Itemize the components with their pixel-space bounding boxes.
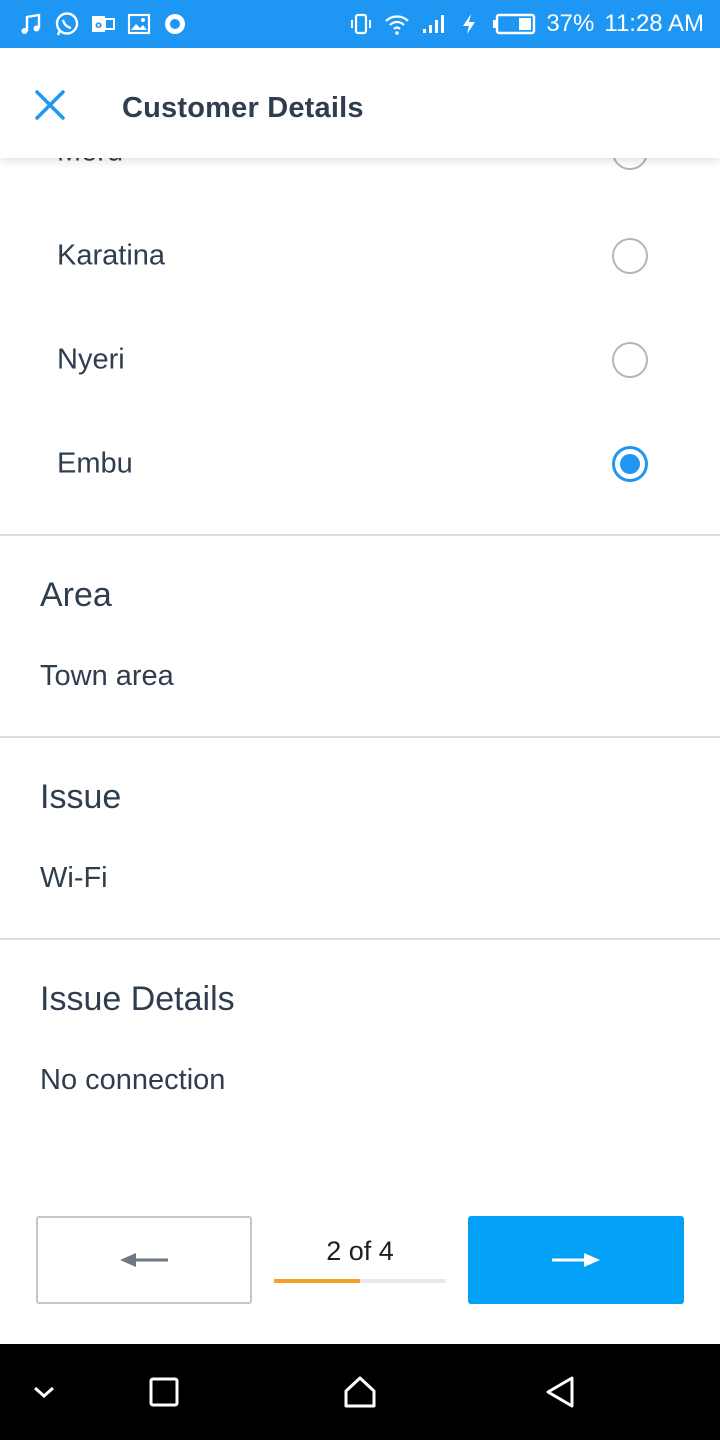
issue-details-value: No connection bbox=[40, 1064, 226, 1096]
radio-button[interactable] bbox=[612, 238, 648, 274]
app-bar: Customer Details bbox=[0, 48, 720, 158]
area-label: Area bbox=[40, 576, 112, 614]
home-button[interactable] bbox=[320, 1344, 400, 1440]
whatsapp-icon bbox=[54, 11, 80, 37]
svg-text:o: o bbox=[95, 20, 102, 31]
page-title: Customer Details bbox=[122, 92, 364, 124]
page-indicator: 2 of 4 bbox=[326, 1236, 394, 1266]
radio-option-nyeri[interactable]: Nyeri bbox=[0, 308, 720, 412]
recents-icon bbox=[149, 1377, 179, 1407]
clock: 11:28 AM bbox=[604, 10, 704, 37]
status-bar: o 37% 11:28 AM bbox=[0, 0, 720, 48]
arrow-right-icon bbox=[552, 1253, 600, 1267]
issue-details-label: Issue Details bbox=[40, 980, 235, 1018]
music-icon bbox=[18, 11, 44, 37]
home-icon bbox=[344, 1376, 376, 1408]
radio-option-label: Karatina bbox=[57, 239, 166, 272]
chevron-down-icon bbox=[34, 1386, 54, 1399]
divider bbox=[0, 736, 720, 738]
divider bbox=[0, 534, 720, 536]
radio-button[interactable] bbox=[612, 342, 648, 378]
gallery-icon bbox=[126, 11, 152, 37]
progress-bar bbox=[274, 1279, 446, 1283]
radio-option-embu[interactable]: Embu bbox=[0, 412, 720, 516]
screen: Meru Karatina Nyeri Embu Area Town area … bbox=[0, 0, 720, 1440]
progress-fill bbox=[274, 1279, 360, 1283]
outlook-icon: o bbox=[90, 11, 116, 37]
radio-option-label: Nyeri bbox=[57, 343, 125, 376]
charging-icon bbox=[456, 11, 482, 37]
back-button[interactable] bbox=[520, 1344, 600, 1440]
area-value: Town area bbox=[40, 660, 174, 692]
battery-icon bbox=[492, 12, 536, 36]
arrow-left-icon bbox=[120, 1253, 168, 1267]
next-button[interactable] bbox=[468, 1216, 684, 1304]
signal-icon bbox=[420, 11, 446, 37]
system-nav-bar bbox=[0, 1344, 720, 1440]
issue-value: Wi-Fi bbox=[40, 862, 108, 894]
vibrate-icon bbox=[348, 11, 374, 37]
close-button[interactable] bbox=[30, 85, 70, 125]
issue-label: Issue bbox=[40, 778, 122, 816]
recents-button[interactable] bbox=[124, 1344, 204, 1440]
radio-option-karatina[interactable]: Karatina bbox=[0, 204, 720, 308]
back-icon bbox=[546, 1376, 574, 1408]
previous-button[interactable] bbox=[36, 1216, 252, 1304]
collapse-button[interactable] bbox=[4, 1344, 84, 1440]
radio-option-label: Embu bbox=[57, 447, 133, 480]
assistant-icon bbox=[162, 11, 188, 37]
wifi-icon bbox=[384, 11, 410, 37]
radio-button-selected[interactable] bbox=[612, 446, 648, 482]
divider bbox=[0, 938, 720, 940]
battery-percent: 37% bbox=[546, 10, 595, 37]
close-icon bbox=[35, 90, 65, 120]
